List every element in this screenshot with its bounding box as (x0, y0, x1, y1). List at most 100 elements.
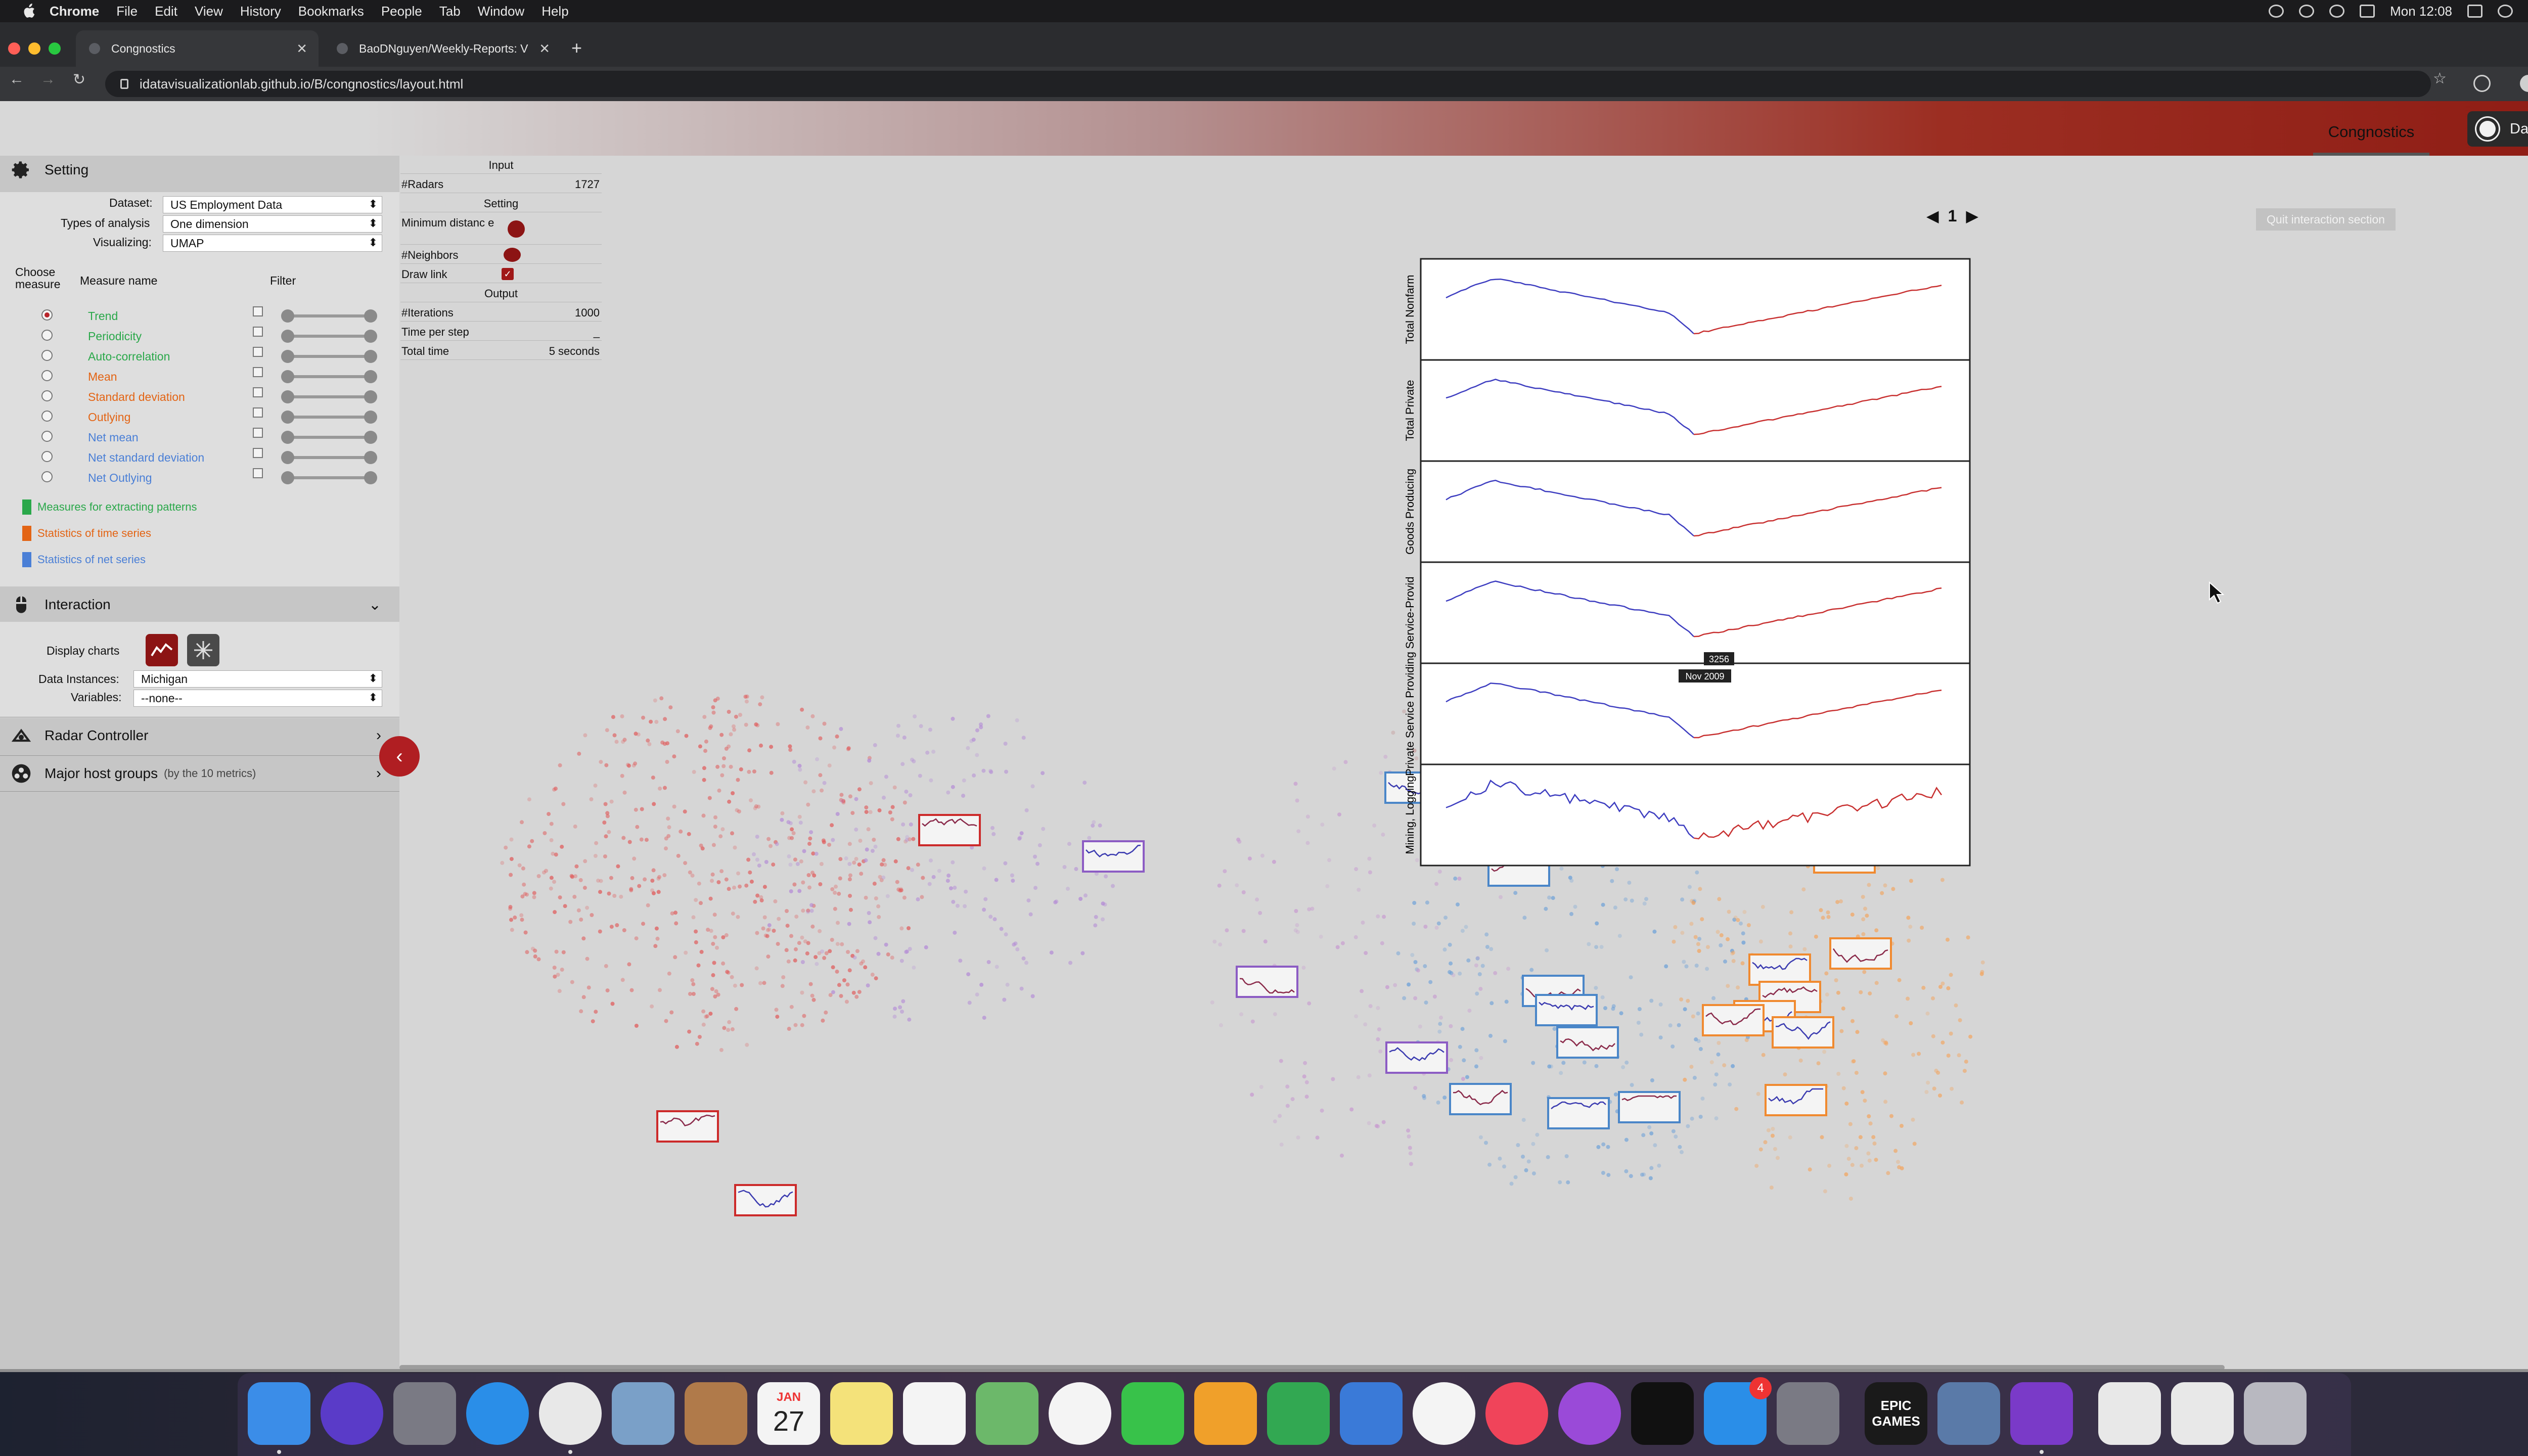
umap-point[interactable] (1846, 1157, 1851, 1161)
umap-point[interactable] (1714, 1116, 1719, 1121)
umap-point[interactable] (882, 795, 886, 800)
umap-point[interactable] (1859, 990, 1863, 994)
umap-point[interactable] (702, 766, 706, 770)
umap-point[interactable] (720, 773, 725, 778)
umap-point[interactable] (709, 724, 713, 729)
umap-point[interactable] (713, 935, 717, 939)
umap-point[interactable] (981, 768, 986, 773)
umap-point[interactable] (527, 844, 531, 849)
umap-point[interactable] (1380, 941, 1384, 945)
wifi-icon[interactable] (2329, 5, 2345, 18)
umap-point[interactable] (1364, 951, 1368, 956)
umap-point[interactable] (867, 911, 871, 915)
menu-file[interactable]: File (116, 4, 138, 19)
umap-point[interactable] (1250, 1093, 1254, 1097)
umap-point[interactable] (1239, 1012, 1244, 1017)
umap-point[interactable] (1293, 782, 1298, 786)
umap-point[interactable] (1568, 876, 1572, 880)
umap-point[interactable] (837, 983, 841, 987)
umap-point[interactable] (1361, 920, 1365, 925)
umap-point[interactable] (1938, 985, 1943, 989)
menu-chrome[interactable]: Chrome (50, 4, 99, 19)
music-icon[interactable] (1485, 1382, 1548, 1445)
umap-point[interactable] (1212, 939, 1217, 944)
umap-point[interactable] (1694, 964, 1699, 968)
umap-point[interactable] (1319, 934, 1323, 939)
umap-point[interactable] (847, 922, 851, 926)
umap-point[interactable] (822, 956, 827, 960)
measure-filter-checkbox[interactable] (253, 428, 263, 438)
umap-point[interactable] (1883, 1100, 1888, 1104)
umap-point[interactable] (899, 926, 904, 931)
umap-point[interactable] (1863, 906, 1867, 911)
umap-point[interactable] (721, 961, 726, 966)
umap-point[interactable] (1606, 1173, 1611, 1177)
umap-point[interactable] (857, 787, 862, 792)
umap-point[interactable] (1896, 1160, 1900, 1164)
umap-point[interactable] (1639, 1032, 1644, 1037)
umap-point[interactable] (792, 759, 796, 764)
umap-point[interactable] (994, 878, 999, 882)
umap-point[interactable] (775, 842, 779, 846)
umap-point[interactable] (585, 905, 590, 910)
umap-point[interactable] (1827, 1163, 1831, 1168)
calendar-icon[interactable]: JAN 27 (757, 1382, 820, 1445)
umap-point[interactable] (653, 944, 658, 948)
radar-chart-toggle-button[interactable] (187, 634, 219, 666)
umap-point[interactable] (852, 860, 856, 865)
umap-point[interactable] (1958, 1018, 1962, 1022)
umap-point[interactable] (519, 913, 524, 918)
umap-point[interactable] (1731, 959, 1736, 963)
umap-point[interactable] (958, 959, 963, 963)
umap-point[interactable] (1740, 961, 1745, 966)
measure-radio[interactable] (41, 431, 53, 442)
umap-point[interactable] (909, 822, 913, 827)
radar-controller-header[interactable]: Radar Controller › (0, 717, 399, 753)
umap-point[interactable] (969, 739, 974, 743)
umap-point[interactable] (1241, 929, 1246, 933)
measure-filter-slider[interactable] (281, 411, 377, 424)
umap-point[interactable] (754, 966, 759, 971)
umap-point[interactable] (1624, 1060, 1629, 1065)
umap-point[interactable] (877, 915, 881, 919)
umap-point[interactable] (787, 854, 791, 858)
umap-point[interactable] (1396, 951, 1401, 956)
umap-point[interactable] (789, 889, 793, 893)
umap-point[interactable] (1084, 893, 1088, 898)
umap-point[interactable] (848, 907, 853, 912)
umap-point[interactable] (532, 891, 536, 895)
umap-point[interactable] (1680, 1150, 1684, 1154)
umap-point[interactable] (634, 936, 639, 941)
umap-point[interactable] (674, 921, 679, 926)
umap-point[interactable] (900, 762, 905, 766)
umap-point[interactable] (1700, 1097, 1705, 1101)
umap-point[interactable] (646, 738, 650, 743)
umap-point[interactable] (820, 788, 824, 793)
umap-point[interactable] (1408, 1151, 1413, 1156)
umap-point[interactable] (797, 814, 802, 819)
umap-point[interactable] (688, 870, 692, 875)
umap-point[interactable] (517, 863, 522, 868)
umap-point[interactable] (953, 885, 957, 890)
umap-point[interactable] (1686, 1124, 1690, 1128)
umap-point[interactable] (1883, 1071, 1887, 1076)
umap-point[interactable] (694, 898, 698, 902)
umap-point[interactable] (833, 906, 837, 911)
umap-point[interactable] (1808, 1167, 1812, 1172)
umap-point[interactable] (1011, 879, 1015, 883)
umap-point[interactable] (691, 982, 696, 986)
umap-point[interactable] (1480, 964, 1485, 968)
umap-point[interactable] (847, 862, 852, 866)
umap-point[interactable] (1509, 1181, 1514, 1186)
umap-point[interactable] (713, 698, 717, 703)
umap-point[interactable] (727, 1020, 732, 1024)
umap-point[interactable] (656, 876, 661, 881)
umap-point[interactable] (1730, 951, 1735, 956)
umap-point[interactable] (1376, 1006, 1380, 1010)
umap-point[interactable] (1705, 967, 1709, 971)
umap-point[interactable] (983, 897, 988, 901)
umap-point[interactable] (702, 715, 707, 719)
umap-point[interactable] (655, 936, 660, 941)
umap-point[interactable] (602, 821, 607, 825)
umap-point[interactable] (1385, 985, 1389, 989)
